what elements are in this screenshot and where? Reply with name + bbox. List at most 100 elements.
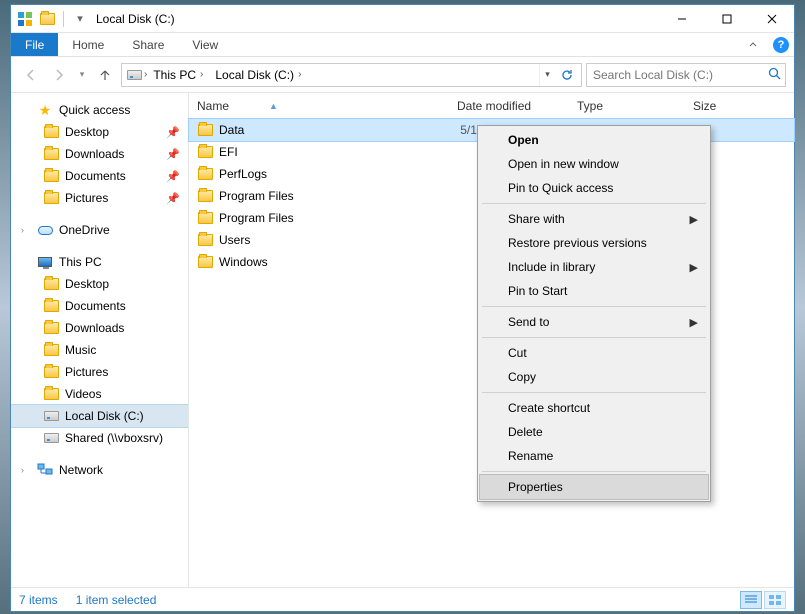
context-menu-send-to[interactable]: Send to▶: [480, 310, 708, 334]
context-menu-label: Open: [508, 133, 539, 147]
sidebar-label: Network: [59, 463, 103, 477]
view-toggle: [740, 591, 786, 609]
sidebar-onedrive[interactable]: › OneDrive: [11, 219, 188, 241]
explorer-window: ▾ Local Disk (C:) File Home Share View ?: [10, 4, 795, 612]
navigation-pane[interactable]: ★ Quick access Desktop📌Downloads📌Documen…: [11, 93, 189, 587]
submenu-arrow-icon: ▶: [690, 213, 698, 226]
ribbon-tabs: File Home Share View ?: [11, 33, 794, 57]
context-menu-pin-to-start[interactable]: Pin to Start: [480, 279, 708, 303]
drive-icon: [43, 408, 59, 424]
back-button[interactable]: [19, 63, 43, 87]
status-bar: 7 items 1 item selected: [11, 587, 794, 611]
context-menu-share-with[interactable]: Share with▶: [480, 207, 708, 231]
ribbon-collapse-icon[interactable]: [738, 33, 768, 56]
breadcrumb-bar[interactable]: › This PC› Local Disk (C:)› ▾: [121, 63, 582, 87]
close-button[interactable]: [749, 5, 794, 33]
sidebar-item-label: Downloads: [65, 147, 124, 161]
sidebar-item-documents[interactable]: Documents: [11, 295, 188, 317]
column-size[interactable]: Size: [685, 99, 794, 113]
context-menu-separator: [482, 306, 706, 307]
context-menu-pin-to-quick-access[interactable]: Pin to Quick access: [480, 176, 708, 200]
file-tab[interactable]: File: [11, 33, 58, 56]
sort-asc-icon: ▲: [269, 101, 278, 111]
sidebar-item-downloads[interactable]: Downloads📌: [11, 143, 188, 165]
column-name[interactable]: Name ▲: [189, 99, 449, 113]
star-icon: ★: [37, 102, 53, 118]
breadcrumb-localdisk[interactable]: Local Disk (C:)›: [209, 68, 307, 82]
sidebar-item-downloads[interactable]: Downloads: [11, 317, 188, 339]
sidebar-quick-access[interactable]: ★ Quick access: [11, 99, 188, 121]
search-icon[interactable]: [768, 67, 781, 83]
file-name: EFI: [219, 145, 238, 159]
folder-icon: [43, 342, 59, 358]
sidebar-item-desktop[interactable]: Desktop: [11, 273, 188, 295]
context-menu-open[interactable]: Open: [480, 128, 708, 152]
app-icon: [17, 11, 33, 27]
context-menu-create-shortcut[interactable]: Create shortcut: [480, 396, 708, 420]
folder-icon: [43, 168, 59, 184]
file-name: Program Files: [219, 189, 294, 203]
file-name: Users: [219, 233, 250, 247]
context-menu-open-in-new-window[interactable]: Open in new window: [480, 152, 708, 176]
chevron-right-icon[interactable]: ›: [21, 465, 31, 475]
maximize-button[interactable]: [704, 5, 749, 33]
sidebar-item-documents[interactable]: Documents📌: [11, 165, 188, 187]
column-date[interactable]: Date modified: [449, 99, 569, 113]
search-input[interactable]: [591, 67, 768, 83]
file-list-pane: Name ▲ Date modified Type Size Data5/14/…: [189, 93, 794, 587]
address-history-dropdown[interactable]: ▾: [539, 64, 555, 86]
context-menu-restore-previous-versions[interactable]: Restore previous versions: [480, 231, 708, 255]
tab-view[interactable]: View: [178, 33, 232, 56]
folder-icon: [197, 188, 213, 204]
folder-icon: [197, 144, 213, 160]
context-menu-cut[interactable]: Cut: [480, 341, 708, 365]
sidebar-item-shared-vboxsrv-[interactable]: Shared (\\vboxsrv): [11, 427, 188, 449]
folder-icon: [197, 210, 213, 226]
context-menu-properties[interactable]: Properties: [480, 475, 708, 499]
context-menu-delete[interactable]: Delete: [480, 420, 708, 444]
sidebar-item-label: Documents: [65, 169, 126, 183]
sidebar-item-label: Music: [65, 343, 96, 357]
submenu-arrow-icon: ▶: [690, 316, 698, 329]
breadcrumb-thispc[interactable]: This PC›: [147, 68, 209, 82]
minimize-button[interactable]: [659, 5, 704, 33]
file-rows[interactable]: Data5/14/2015 2:15 AMFile folderEFIAMFil…: [189, 119, 794, 273]
context-menu-label: Open in new window: [508, 157, 619, 171]
sidebar-item-videos[interactable]: Videos: [11, 383, 188, 405]
context-menu-rename[interactable]: Rename: [480, 444, 708, 468]
context-menu-separator: [482, 471, 706, 472]
up-button[interactable]: [93, 63, 117, 87]
context-menu-copy[interactable]: Copy: [480, 365, 708, 389]
details-view-button[interactable]: [740, 591, 762, 609]
sidebar-item-pictures[interactable]: Pictures: [11, 361, 188, 383]
qat-dropdown-icon[interactable]: ▾: [72, 11, 88, 27]
chevron-right-icon[interactable]: ›: [21, 225, 31, 235]
recent-locations-dropdown[interactable]: ▾: [75, 63, 89, 87]
sidebar-network[interactable]: › Network: [11, 459, 188, 481]
monitor-icon: [37, 254, 53, 270]
file-name: Program Files: [219, 211, 294, 225]
sidebar-item-pictures[interactable]: Pictures📌: [11, 187, 188, 209]
sidebar-item-desktop[interactable]: Desktop📌: [11, 121, 188, 143]
tab-home[interactable]: Home: [58, 33, 118, 56]
refresh-button[interactable]: [555, 68, 579, 82]
forward-button[interactable]: [47, 63, 71, 87]
thumbnails-view-button[interactable]: [764, 591, 786, 609]
search-box[interactable]: [586, 63, 786, 87]
help-button[interactable]: ?: [768, 33, 794, 56]
sidebar-item-music[interactable]: Music: [11, 339, 188, 361]
sidebar-thispc[interactable]: This PC: [11, 251, 188, 273]
sidebar-item-label: Downloads: [65, 321, 124, 335]
status-item-count: 7 items: [19, 593, 58, 607]
context-menu-include-in-library[interactable]: Include in library▶: [480, 255, 708, 279]
sidebar-item-label: Videos: [65, 387, 101, 401]
column-type[interactable]: Type: [569, 99, 685, 113]
context-menu-separator: [482, 203, 706, 204]
folder-icon: [43, 364, 59, 380]
sidebar-item-local-disk-c-[interactable]: Local Disk (C:): [11, 405, 188, 427]
tab-share[interactable]: Share: [118, 33, 178, 56]
pin-icon: 📌: [166, 126, 180, 139]
network-icon: [37, 462, 53, 478]
sidebar-item-label: Shared (\\vboxsrv): [65, 431, 163, 445]
context-menu-label: Cut: [508, 346, 527, 360]
